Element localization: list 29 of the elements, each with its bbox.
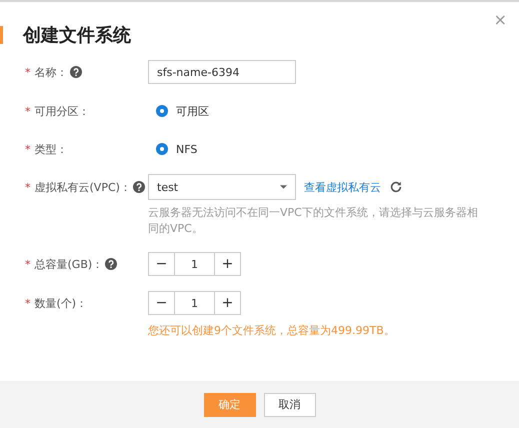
vpc-dropdown[interactable]: test	[148, 174, 296, 200]
radio-button[interactable]	[156, 105, 168, 117]
title-accent	[0, 26, 3, 44]
cancel-button[interactable]: 取消	[264, 392, 316, 416]
field-label: 总容量(GB)：	[34, 256, 104, 272]
radio-label: 可用区	[176, 104, 209, 118]
field-label: 数量(个)：	[34, 296, 88, 310]
required-mark: *	[25, 66, 30, 78]
field-label: 名称：	[34, 64, 68, 80]
help-icon[interactable]	[70, 66, 82, 78]
required-mark: *	[25, 142, 30, 156]
field-label: 可用分区：	[34, 104, 90, 118]
quota-notice: 您还可以创建9个文件系统，总容量为499.99TB。	[148, 323, 396, 338]
refresh-icon[interactable]	[389, 180, 403, 194]
field-label: 虚拟私有云(VPC)：	[34, 180, 131, 194]
required-mark: *	[25, 258, 30, 270]
required-mark: *	[25, 296, 30, 310]
radio-label: NFS	[176, 142, 198, 156]
hint-text: 云服务器无法访问不在同一VPC下的文件系统，请选择与云服务器相同的VPC。	[148, 205, 479, 237]
help-icon[interactable]	[105, 258, 118, 270]
required-mark: *	[25, 104, 30, 118]
dialog-title: 创建文件系统	[23, 24, 131, 47]
caret-icon	[280, 185, 287, 189]
radio-button[interactable]	[156, 143, 168, 155]
help-icon[interactable]	[132, 181, 145, 193]
required-mark: *	[25, 180, 30, 194]
name-input[interactable]: sfs-name-6394	[148, 60, 296, 84]
view-vpc-link[interactable]: 查看虚拟私有云	[304, 180, 381, 194]
field-label: 类型：	[34, 142, 68, 156]
